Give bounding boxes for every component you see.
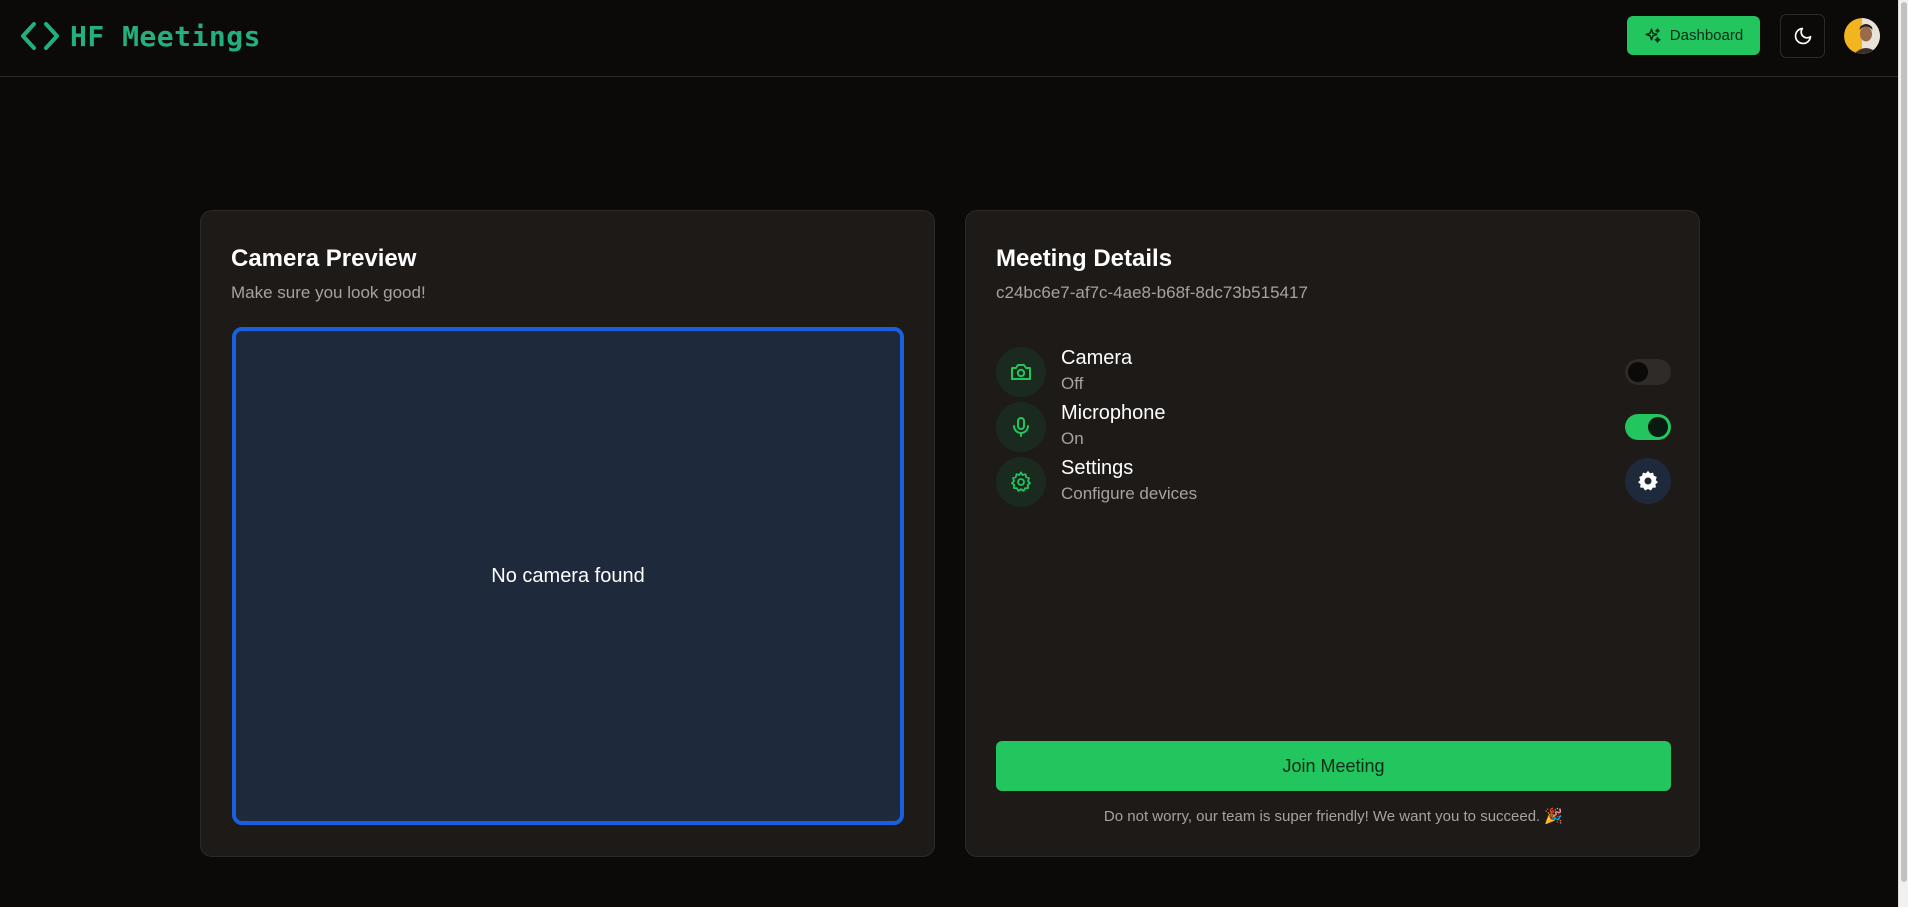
camera-label: Camera — [1061, 347, 1133, 369]
camera-toggle-knob — [1628, 362, 1648, 382]
scrollbar-thumb[interactable] — [1901, 2, 1907, 882]
microphone-icon-circle — [996, 402, 1046, 452]
microphone-state: On — [1061, 429, 1084, 448]
moon-icon — [1794, 27, 1811, 45]
microphone-row: Microphone On — [996, 402, 1671, 454]
page-scrollbar[interactable] — [1898, 0, 1908, 907]
camera-preview-card: Camera Preview Make sure you look good! … — [200, 210, 935, 857]
microphone-toggle[interactable] — [1625, 414, 1671, 440]
camera-preview-subtitle: Make sure you look good! — [231, 283, 426, 302]
microphone-toggle-knob — [1648, 417, 1668, 437]
settings-label: Settings — [1061, 457, 1134, 479]
settings-button[interactable] — [1625, 458, 1671, 504]
camera-row: Camera Off — [996, 347, 1671, 399]
settings-icon-circle — [996, 457, 1046, 507]
join-meeting-button[interactable]: Join Meeting — [996, 741, 1671, 791]
user-avatar[interactable] — [1844, 18, 1880, 54]
settings-row: Settings Configure devices — [996, 457, 1671, 509]
gear-icon — [1638, 470, 1658, 491]
no-camera-message: No camera found — [491, 564, 645, 587]
microphone-icon — [1013, 417, 1029, 437]
code-brackets-icon — [21, 22, 59, 50]
camera-icon — [1011, 364, 1031, 380]
meeting-id: c24bc6e7-af7c-4ae8-b68f-8dc73b515417 — [996, 283, 1308, 302]
gear-icon — [1011, 471, 1031, 492]
theme-toggle-button[interactable] — [1780, 14, 1825, 58]
encouragement-note: Do not worry, our team is super friendly… — [1103, 808, 1564, 825]
dashboard-button-label: Dashboard — [1669, 27, 1744, 44]
camera-state: Off — [1061, 374, 1084, 393]
meeting-details-card: Meeting Details c24bc6e7-af7c-4ae8-b68f-… — [965, 210, 1700, 857]
dashboard-button[interactable]: Dashboard — [1627, 16, 1760, 55]
camera-preview-title: Camera Preview — [231, 245, 417, 272]
sparkles-icon — [1645, 28, 1661, 43]
user-avatar-image — [1844, 18, 1880, 54]
meeting-details-title: Meeting Details — [996, 245, 1173, 272]
camera-icon-circle — [996, 347, 1046, 397]
brand-name: HF Meetings — [70, 19, 261, 53]
settings-description: Configure devices — [1061, 484, 1198, 503]
camera-preview-area: No camera found — [232, 327, 904, 825]
camera-toggle[interactable] — [1625, 359, 1671, 385]
top-navbar: HF Meetings Dashboard — [0, 0, 1898, 77]
microphone-label: Microphone — [1061, 402, 1166, 424]
brand-logo[interactable]: HF Meetings — [20, 18, 261, 54]
